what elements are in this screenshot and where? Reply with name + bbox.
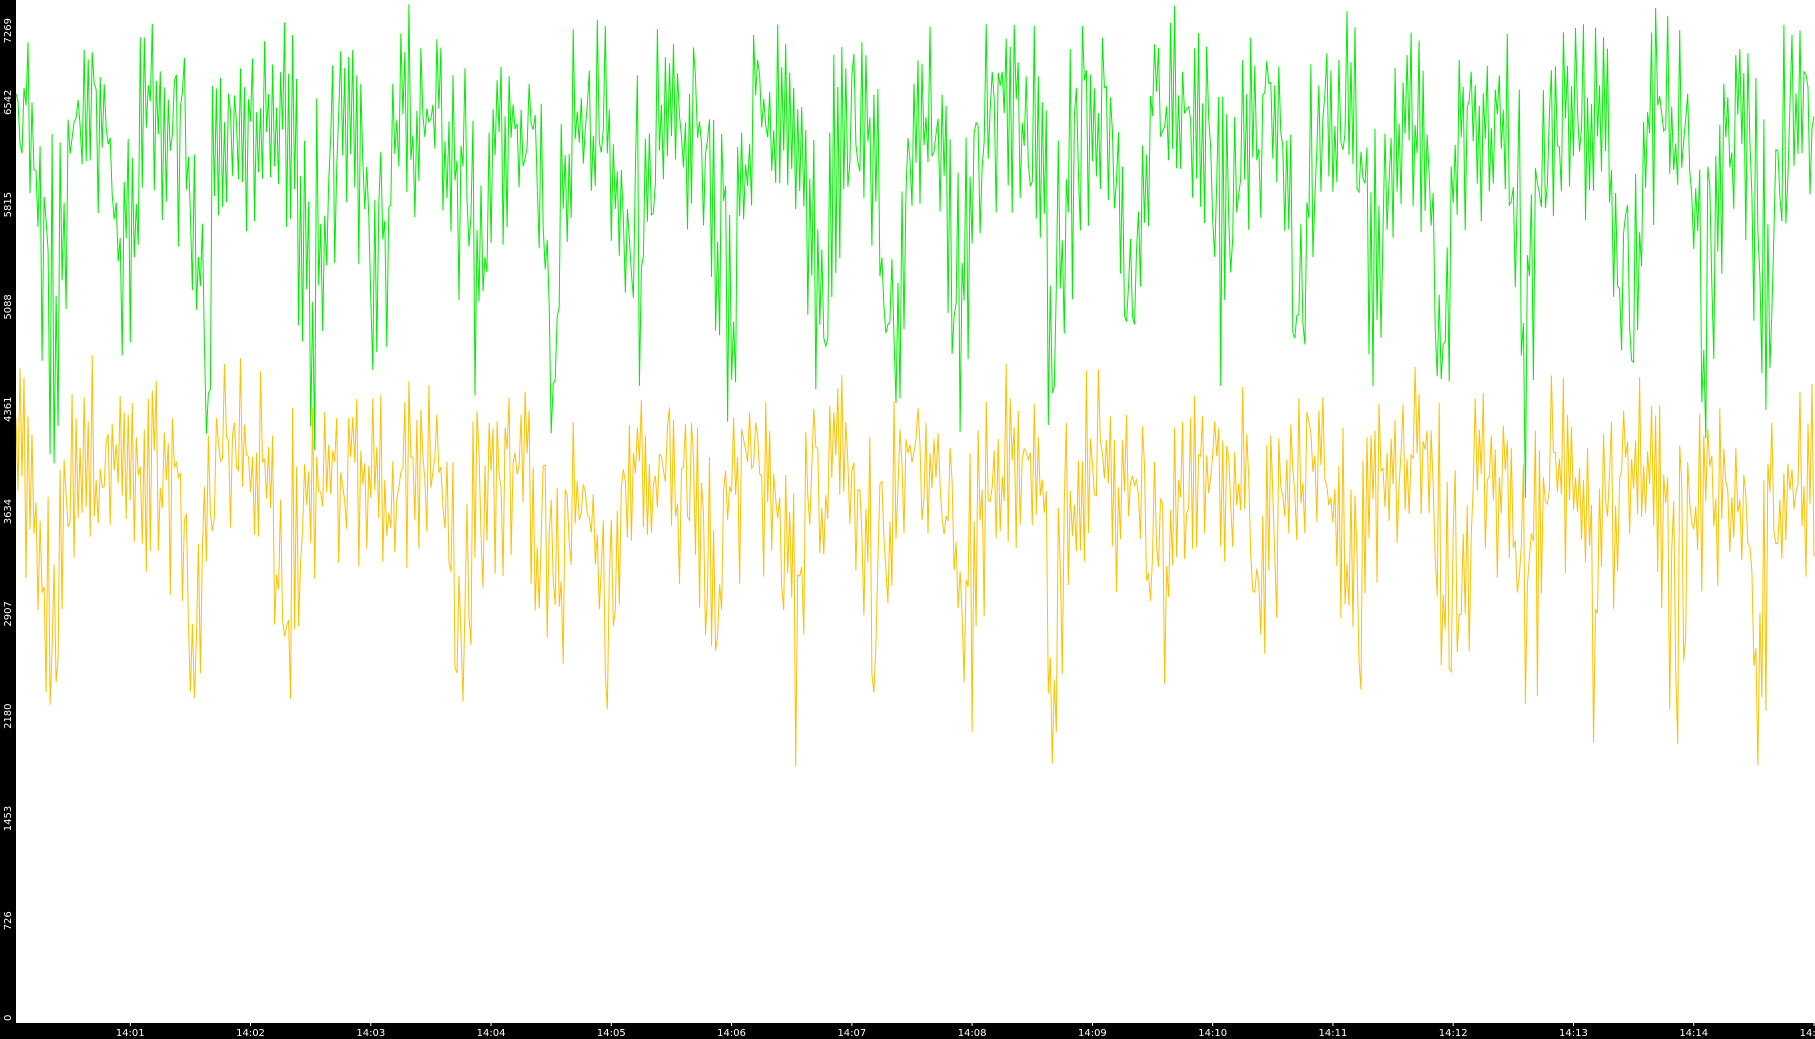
x-tick-label: 14:12 <box>1439 1028 1468 1039</box>
y-tick-label: 5815 <box>3 192 14 217</box>
y-tick-label: 0 <box>3 1015 14 1021</box>
x-tick-label: 14:13 <box>1559 1028 1588 1039</box>
x-tick-label: 14:15 <box>1800 1028 1815 1039</box>
y-tick-label: 6542 <box>3 90 14 115</box>
y-tick-label: 2907 <box>3 601 14 626</box>
y-tick-label: 726 <box>3 911 14 930</box>
x-tick-label: 14:11 <box>1319 1028 1348 1039</box>
x-tick-label: 14:03 <box>356 1028 385 1039</box>
x-tick-label: 14:14 <box>1679 1028 1708 1039</box>
y-tick-label: 7269 <box>3 18 14 43</box>
y-tick-label: 5088 <box>3 294 14 319</box>
x-tick-label: 14:05 <box>597 1028 626 1039</box>
line-chart: 0 726 1453 2180 2907 3634 4361 5088 5815 6542 7269… <box>0 0 1815 1039</box>
y-tick-label: 1453 <box>3 806 14 831</box>
x-tick-label: 14:10 <box>1198 1028 1227 1039</box>
x-tick-label: 14:08 <box>958 1028 987 1039</box>
x-axis-band <box>0 1023 1815 1039</box>
x-tick-label: 14:09 <box>1078 1028 1107 1039</box>
x-tick-label: 14:02 <box>236 1028 265 1039</box>
chart-container: 0 726 1453 2180 2907 3634 4361 5088 5815 6542 7269… <box>0 0 1815 1039</box>
x-tick-label: 14:04 <box>477 1028 506 1039</box>
y-tick-label: 4361 <box>3 397 14 422</box>
x-tick-label: 14:01 <box>116 1028 145 1039</box>
y-tick-label: 3634 <box>3 499 14 524</box>
x-tick-label: 14:06 <box>717 1028 746 1039</box>
y-tick-label: 2180 <box>3 703 14 728</box>
x-tick-label: 14:07 <box>837 1028 866 1039</box>
